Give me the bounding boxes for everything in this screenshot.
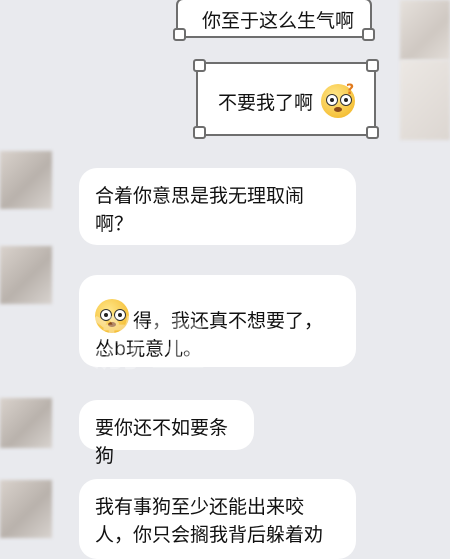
message-text: 得，我还真不想要了，怂b玩意儿。	[95, 310, 324, 360]
received-message-bubble[interactable]: 要你还不如要条狗	[79, 400, 254, 467]
contact-avatar[interactable]	[0, 151, 52, 209]
contact-avatar[interactable]	[0, 398, 52, 448]
received-message-bubble[interactable]: 合着你意思是我无理取闹啊？	[79, 168, 356, 245]
user-avatar[interactable]	[400, 60, 450, 140]
message-text: 我有事狗至少还能出来咬人，你只会搁我背后躲着劝	[95, 496, 324, 546]
sent-message-bubble[interactable]: 不要我了啊 ?	[193, 59, 379, 139]
bubble-corner-decoration	[173, 28, 186, 41]
bubble-corner-decoration	[366, 59, 379, 72]
sweating-emoji-icon	[95, 299, 129, 333]
contact-avatar[interactable]	[0, 480, 52, 538]
received-message-bubble[interactable]: 我有事狗至少还能出来咬人，你只会搁我背后躲着劝	[79, 479, 356, 559]
bubble-corner-decoration	[362, 28, 375, 41]
bubble-corner-decoration	[193, 126, 206, 139]
sent-message-bubble[interactable]: 你至于这么生气啊	[173, 0, 375, 41]
message-text: 合着你意思是我无理取闹啊？	[95, 185, 305, 235]
bubble-corner-decoration	[366, 126, 379, 139]
user-avatar[interactable]	[400, 0, 450, 60]
contact-avatar[interactable]	[0, 246, 52, 304]
bubble-corner-decoration	[193, 59, 206, 72]
message-text: 不要我了啊	[218, 92, 314, 114]
message-text: 要你还不如要条狗	[95, 417, 229, 467]
received-message-bubble[interactable]: 得，我还真不想要了，怂b玩意儿。	[79, 275, 356, 367]
message-text: 你至于这么生气啊	[202, 10, 355, 32]
question-mark-icon: ?	[346, 82, 355, 98]
